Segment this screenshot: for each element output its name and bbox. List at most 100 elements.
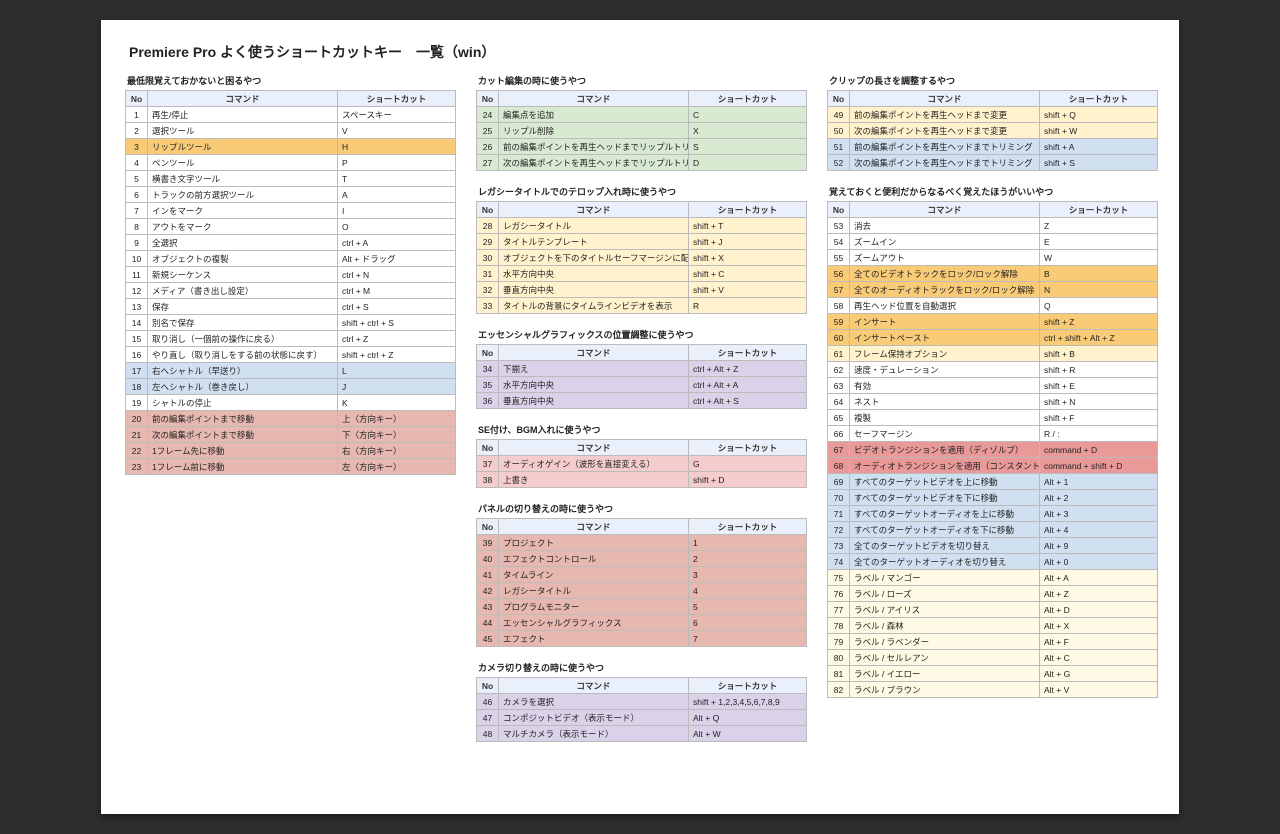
cell-command: プロジェクト [499,535,689,551]
col-header-cmd: コマンド [499,678,689,694]
cell-command: オーディオトランジションを適用（コンスタントパワー） [850,458,1040,474]
cell-no: 45 [477,631,499,647]
col-header-sc: ショートカット [689,345,807,361]
cell-shortcut: L [338,363,456,379]
block-heading: クリップの長さを調整するやつ [827,72,1158,90]
cell-shortcut: Alt + D [1040,602,1158,618]
cell-no: 4 [126,155,148,171]
cell-command: ズームアウト [850,250,1040,266]
col-header-no: No [828,91,850,107]
table-row: 18左へシャトル（巻き戻し）J [126,379,456,395]
cell-command: マルチカメラ（表示モード） [499,726,689,742]
col-header-sc: ショートカット [1040,91,1158,107]
cell-shortcut: E [1040,234,1158,250]
cell-no: 38 [477,472,499,488]
cell-command: 1フレーム前に移動 [148,459,338,475]
cell-shortcut: shift + ctrl + Z [338,347,456,363]
cell-command: フレーム保持オプション [850,346,1040,362]
table-row: 19シャトルの停止K [126,395,456,411]
table-row: 36垂直方向中央ctrl + Alt + S [477,393,807,409]
table-row: 20前の編集ポイントまで移動上（方向キー） [126,411,456,427]
cell-command: ネスト [850,394,1040,410]
cell-no: 56 [828,266,850,282]
table-block: レガシータイトルでのテロップ入れ時に使うやつNoコマンドショートカット28レガシ… [476,183,807,314]
table-row: 48マルチカメラ（表示モード）Alt + W [477,726,807,742]
table-block: 覚えておくと便利だからなるべく覚えたほうがいいやつNoコマンドショートカット53… [827,183,1158,698]
cell-command: インをマーク [148,203,338,219]
cell-no: 62 [828,362,850,378]
cell-no: 52 [828,155,850,171]
cell-no: 58 [828,298,850,314]
cell-command: 次の編集ポイントまで移動 [148,427,338,443]
table-row: 73全てのターゲットビデオを切り替えAlt + 9 [828,538,1158,554]
cell-no: 19 [126,395,148,411]
cell-no: 24 [477,107,499,123]
table-block: カメラ切り替えの時に使うやつNoコマンドショートカット46カメラを選択shift… [476,659,807,742]
cell-command: ラベル / マンゴー [850,570,1040,586]
cell-no: 46 [477,694,499,710]
cell-no: 50 [828,123,850,139]
table-row: 31水平方向中央shift + C [477,266,807,282]
col-header-no: No [126,91,148,107]
table-row: 74全てのターゲットオーディオを切り替えAlt + 0 [828,554,1158,570]
table-row: 17右へシャトル（早送り）L [126,363,456,379]
cell-command: ラベル / アイリス [850,602,1040,618]
cell-no: 37 [477,456,499,472]
cell-no: 67 [828,442,850,458]
cell-command: メディア（書き出し設定） [148,283,338,299]
cell-no: 40 [477,551,499,567]
cell-command: 次の編集ポイントを再生ヘッドまでリップルトリミング [499,155,689,171]
table-row: 57全てのオーディオトラックをロック/ロック解除N [828,282,1158,298]
cell-shortcut: Alt + 9 [1040,538,1158,554]
cell-no: 18 [126,379,148,395]
cell-no: 79 [828,634,850,650]
cell-no: 73 [828,538,850,554]
table-row: 15取り消し（一個前の操作に戻る）ctrl + Z [126,331,456,347]
table-row: 69すべてのターゲットビデオを上に移動Alt + 1 [828,474,1158,490]
table-row: 1再生/停止スペースキー [126,107,456,123]
cell-command: すべてのターゲットビデオを下に移動 [850,490,1040,506]
cell-shortcut: command + D [1040,442,1158,458]
cell-command: 下揃え [499,361,689,377]
table-row: 33タイトルの背景にタイムラインビデオを表示R [477,298,807,314]
table-row: 75ラベル / マンゴーAlt + A [828,570,1158,586]
table-row: 34下揃えctrl + Alt + Z [477,361,807,377]
shortcut-table: Noコマンドショートカット34下揃えctrl + Alt + Z35水平方向中央… [476,344,807,409]
cell-shortcut: Alt + Z [1040,586,1158,602]
cell-command: すべてのターゲットオーディオを上に移動 [850,506,1040,522]
shortcut-table: Noコマンドショートカット49前の編集ポイントを再生ヘッドまで変更shift +… [827,90,1158,171]
table-row: 82ラベル / ブラウンAlt + V [828,682,1158,698]
shortcut-table: Noコマンドショートカット37オーディオゲイン（波形を直接変える）G38上書きs… [476,439,807,488]
cell-command: 再生/停止 [148,107,338,123]
table-row: 52次の編集ポイントを再生ヘッドまでトリミングshift + S [828,155,1158,171]
cell-no: 63 [828,378,850,394]
cell-command: 消去 [850,218,1040,234]
cell-no: 65 [828,410,850,426]
shortcut-table: Noコマンドショートカット53消去Z54ズームインE55ズームアウトW56全ての… [827,201,1158,698]
cell-no: 6 [126,187,148,203]
cell-command: 全てのターゲットビデオを切り替え [850,538,1040,554]
cell-no: 15 [126,331,148,347]
table-row: 6トラックの前方選択ツールA [126,187,456,203]
column-3: クリップの長さを調整するやつNoコマンドショートカット49前の編集ポイントを再生… [827,72,1158,710]
cell-no: 64 [828,394,850,410]
cell-shortcut: Alt + 4 [1040,522,1158,538]
cell-command: 別名で保存 [148,315,338,331]
cell-no: 43 [477,599,499,615]
table-row: 44エッセンシャルグラフィックス6 [477,615,807,631]
cell-no: 30 [477,250,499,266]
cell-no: 77 [828,602,850,618]
cell-command: インサート [850,314,1040,330]
table-row: 12メディア（書き出し設定）ctrl + M [126,283,456,299]
cell-shortcut: shift + J [689,234,807,250]
cell-command: 選択ツール [148,123,338,139]
cell-command: やり直し（取り消しをする前の状態に戻す） [148,347,338,363]
table-row: 56全てのビデオトラックをロック/ロック解除B [828,266,1158,282]
table-row: 76ラベル / ローズAlt + Z [828,586,1158,602]
cell-command: タイムライン [499,567,689,583]
table-block: SE付け、BGM入れに使うやつNoコマンドショートカット37オーディオゲイン（波… [476,421,807,488]
block-heading: エッセンシャルグラフィックスの位置調整に使うやつ [476,326,807,344]
cell-shortcut: shift + V [689,282,807,298]
cell-command: 全選択 [148,235,338,251]
table-block: エッセンシャルグラフィックスの位置調整に使うやつNoコマンドショートカット34下… [476,326,807,409]
